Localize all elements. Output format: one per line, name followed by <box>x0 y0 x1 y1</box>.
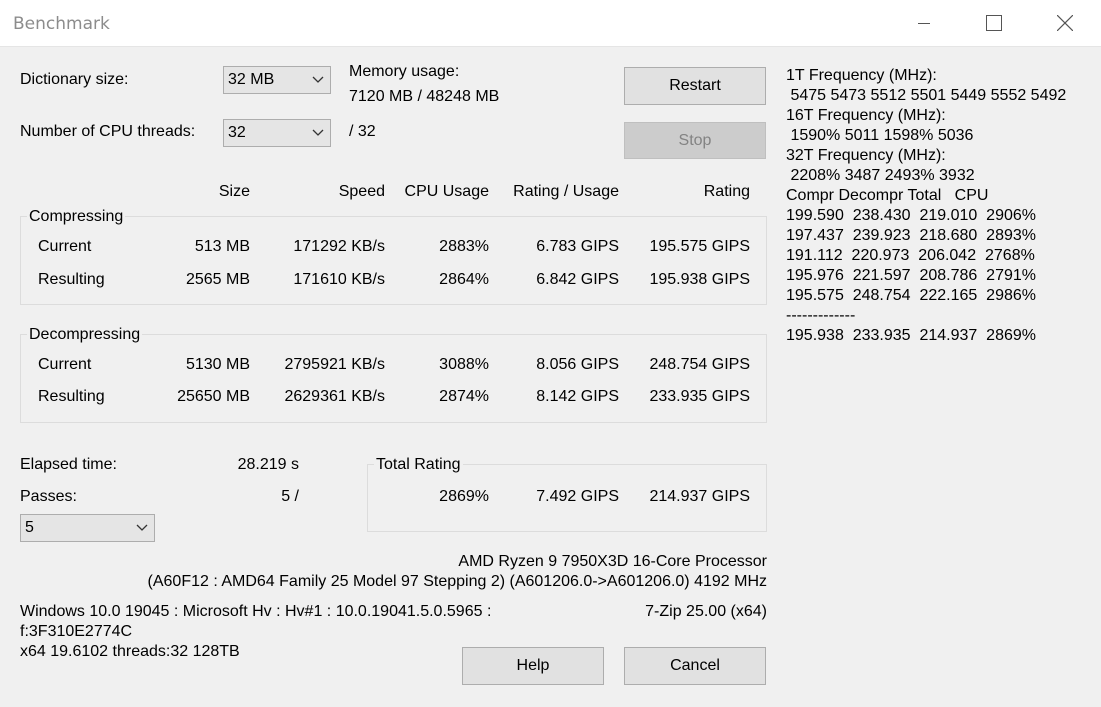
cell-speed: 2795921 KB/s <box>284 356 385 373</box>
log-line: 1590% 5011 1598% 5036 <box>786 127 974 144</box>
cell-cpu-usage: 2883% <box>439 238 489 255</box>
close-button[interactable] <box>1030 0 1100 46</box>
cell-rating-usage: 6.842 GIPS <box>536 271 619 288</box>
close-icon <box>1057 15 1073 31</box>
decompressing-group <box>20 334 767 423</box>
elapsed-time-label: Elapsed time: <box>20 456 117 473</box>
decompressing-group-label: Decompressing <box>27 326 143 344</box>
column-header-rating: Rating <box>703 183 750 200</box>
cpu-threads-max: / 32 <box>349 123 376 140</box>
minimize-button[interactable] <box>889 0 959 46</box>
stop-button[interactable]: Stop <box>624 122 766 159</box>
total-cpu-usage: 2869% <box>439 488 489 505</box>
log-line: 195.575 248.754 222.165 2986% <box>786 287 1036 304</box>
column-header-size: Size <box>218 183 250 200</box>
row-label: Resulting <box>38 388 105 405</box>
maximize-button[interactable] <box>959 0 1029 46</box>
arch-info: x64 19.6102 threads:32 128TB <box>20 643 240 660</box>
total-rating-value: 214.937 GIPS <box>649 488 750 505</box>
window-title: Benchmark <box>13 14 110 34</box>
version-info: 7-Zip 25.00 (x64) <box>645 603 767 620</box>
column-header-speed: Speed <box>338 183 385 200</box>
maximize-icon <box>986 15 1002 31</box>
cell-cpu-usage: 3088% <box>439 356 489 373</box>
cpu-detail: (A60F12 : AMD64 Family 25 Model 97 Stepp… <box>147 573 767 590</box>
row-label: Current <box>38 238 92 255</box>
log-line: 195.976 221.597 208.786 2791% <box>786 267 1036 284</box>
log-line: 32T Frequency (MHz): <box>786 147 946 164</box>
log-line: 5475 5473 5512 5501 5449 5552 5492 <box>786 87 1067 104</box>
row-label: Current <box>38 356 92 373</box>
elapsed-time-value: 28.219 s <box>237 456 299 473</box>
dictionary-size-value: 32 MB <box>228 71 275 88</box>
cell-cpu-usage: 2874% <box>439 388 489 405</box>
memory-usage-label: Memory usage: <box>349 63 460 80</box>
column-header-cpu-usage: CPU Usage <box>404 183 489 200</box>
log-line: 2208% 3487 2493% 3932 <box>786 167 975 184</box>
help-button[interactable]: Help <box>462 647 604 685</box>
row-label: Resulting <box>38 271 105 288</box>
total-rating-label: Total Rating <box>374 456 463 474</box>
compressing-group <box>20 216 767 305</box>
dictionary-size-select[interactable]: 32 MB <box>223 66 331 94</box>
passes-value: 5 / <box>281 488 299 505</box>
total-rating-usage: 7.492 GIPS <box>536 488 619 505</box>
cpu-threads-value: 32 <box>228 124 246 141</box>
passes-select-value: 5 <box>25 519 34 536</box>
passes-label: Passes: <box>20 488 77 505</box>
os-id: f:3F310E2774C <box>20 623 133 640</box>
cell-size: 513 MB <box>194 238 250 255</box>
cell-rating-usage: 6.783 GIPS <box>536 238 619 255</box>
benchmark-log-panel: 1T Frequency (MHz): 5475 5473 5512 5501 … <box>786 66 1066 346</box>
chevron-down-icon <box>312 120 324 146</box>
cpu-threads-label: Number of CPU threads: <box>20 123 196 140</box>
cell-rating: 195.938 GIPS <box>649 271 750 288</box>
memory-usage-value: 7120 MB / 48248 MB <box>349 88 500 105</box>
cell-rating: 233.935 GIPS <box>649 388 750 405</box>
cell-rating-usage: 8.142 GIPS <box>536 388 619 405</box>
compressing-group-label: Compressing <box>27 208 126 226</box>
log-line: Compr Decompr Total CPU <box>786 187 989 204</box>
title-bar: Benchmark <box>0 0 1101 47</box>
log-line: 197.437 239.923 218.680 2893% <box>786 227 1036 244</box>
cell-size: 5130 MB <box>185 356 250 373</box>
cell-speed: 2629361 KB/s <box>284 388 385 405</box>
cell-cpu-usage: 2864% <box>439 271 489 288</box>
cancel-button[interactable]: Cancel <box>624 647 766 685</box>
restart-button[interactable]: Restart <box>624 67 766 105</box>
minimize-icon <box>918 23 930 24</box>
os-info: Windows 10.0 19045 : Microsoft Hv : Hv#1… <box>20 603 492 620</box>
chevron-down-icon <box>136 515 148 541</box>
cpu-name: AMD Ryzen 9 7950X3D 16-Core Processor <box>458 553 767 570</box>
cell-speed: 171610 KB/s <box>293 271 385 288</box>
log-line: 191.112 220.973 206.042 2768% <box>786 247 1035 264</box>
cell-rating: 248.754 GIPS <box>649 356 750 373</box>
log-line: 195.938 233.935 214.937 2869% <box>786 327 1036 344</box>
log-line: 16T Frequency (MHz): <box>786 107 946 124</box>
chevron-down-icon <box>312 67 324 93</box>
cell-size: 25650 MB <box>177 388 250 405</box>
log-line: 1T Frequency (MHz): <box>786 67 937 84</box>
log-line: 199.590 238.430 219.010 2906% <box>786 207 1036 224</box>
passes-select[interactable]: 5 <box>20 514 155 542</box>
dictionary-size-label: Dictionary size: <box>20 71 129 88</box>
cell-rating-usage: 8.056 GIPS <box>536 356 619 373</box>
log-line: ------------- <box>786 307 856 324</box>
cell-rating: 195.575 GIPS <box>649 238 750 255</box>
cell-size: 2565 MB <box>185 271 250 288</box>
cpu-threads-select[interactable]: 32 <box>223 119 331 147</box>
cell-speed: 171292 KB/s <box>293 238 385 255</box>
column-header-rating-usage: Rating / Usage <box>513 183 619 200</box>
